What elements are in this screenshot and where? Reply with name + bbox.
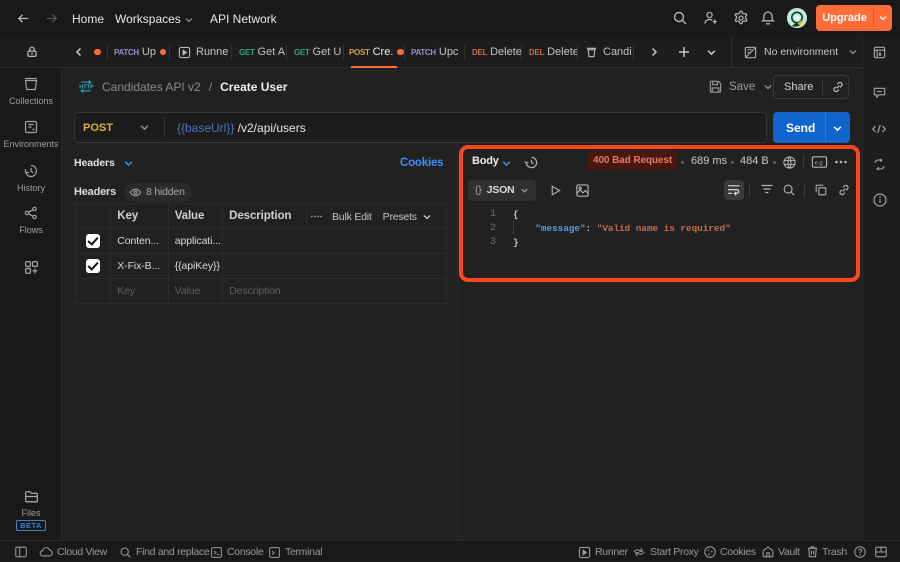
svg-text:HTTP: HTTP: [79, 85, 94, 91]
svg-text:e.g: e.g: [815, 160, 823, 166]
